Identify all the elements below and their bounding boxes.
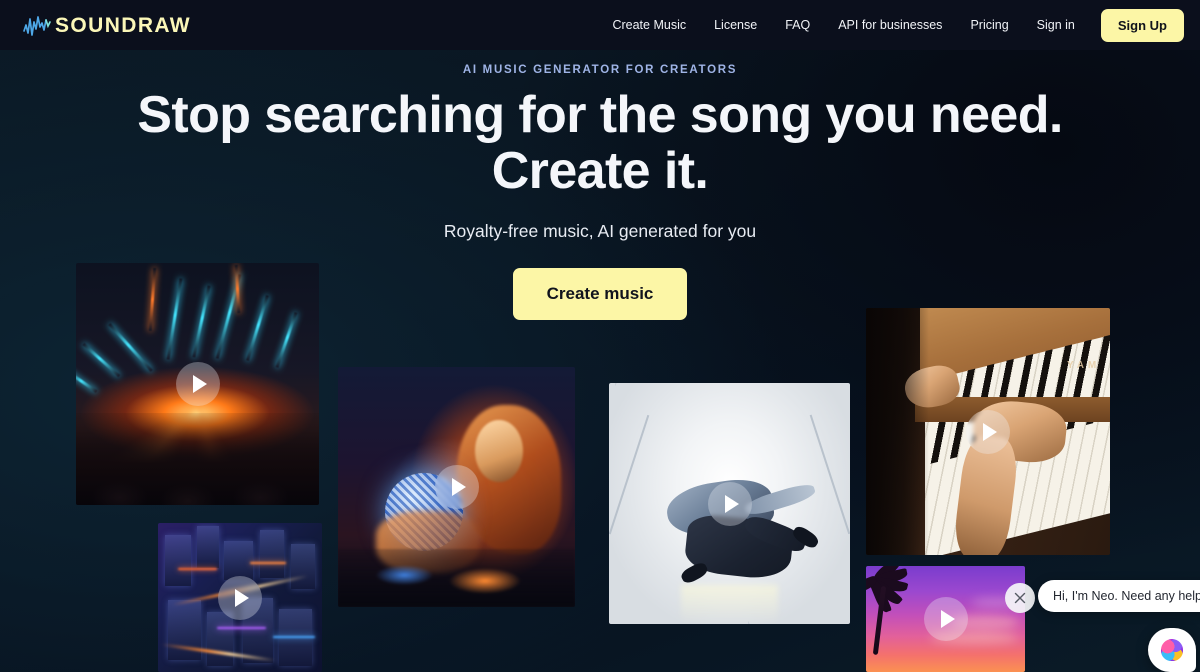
nav-link-license[interactable]: License [700,18,771,32]
nav-link-create-music[interactable]: Create Music [598,18,700,32]
video-card-piano-hands[interactable]: YAM [866,308,1110,555]
waveform-icon [23,16,51,36]
hero-cta-wrapper: Create music [0,268,1200,321]
nav-links: Create Music License FAQ API for busines… [598,8,1184,42]
video-card-disco-ball-woman[interactable] [338,367,575,607]
hero-title-line-1: Stop searching for the song you need. [137,86,1063,144]
nav-link-pricing[interactable]: Pricing [956,18,1022,32]
landing-page: SOUNDRAW Create Music License FAQ API fo… [0,0,1200,672]
video-card-tropical-sunset[interactable] [866,566,1025,672]
play-icon[interactable] [434,465,479,509]
logo-text: SOUNDRAW [55,13,192,37]
piano-brand-text: YAM [1066,359,1101,371]
create-music-button[interactable]: Create music [512,268,688,321]
page-title: Stop searching for the song you need. Cr… [0,86,1200,200]
play-icon[interactable] [923,597,968,641]
chat-message-bubble[interactable]: Hi, I'm Neo. Need any help? [1038,580,1200,612]
top-navigation-bar: SOUNDRAW Create Music License FAQ API fo… [0,0,1200,50]
nav-link-api-for-businesses[interactable]: API for businesses [824,18,956,32]
chat-launcher-button[interactable] [1148,628,1196,672]
hero-eyebrow: AI MUSIC GENERATOR FOR CREATORS [462,64,738,76]
site-logo[interactable]: SOUNDRAW [22,13,191,37]
hero-title-line-2: Create it. [491,141,709,200]
video-card-city-night[interactable] [158,523,322,672]
play-icon[interactable] [966,409,1010,454]
play-icon[interactable] [707,481,752,526]
play-icon[interactable] [218,575,262,620]
nav-link-faq[interactable]: FAQ [771,18,824,32]
nav-link-sign-in[interactable]: Sign in [1023,18,1089,32]
chat-close-button[interactable] [1005,583,1035,613]
chat-avatar-icon [1161,639,1183,661]
play-icon[interactable] [175,362,220,406]
hero-section: AI MUSIC GENERATOR FOR CREATORS Stop sea… [0,50,1200,321]
hero-subtitle: Royalty-free music, AI generated for you [443,221,757,242]
sign-up-button[interactable]: Sign Up [1100,8,1184,42]
close-icon [1014,592,1026,604]
video-card-breakdancer[interactable] [609,383,850,624]
